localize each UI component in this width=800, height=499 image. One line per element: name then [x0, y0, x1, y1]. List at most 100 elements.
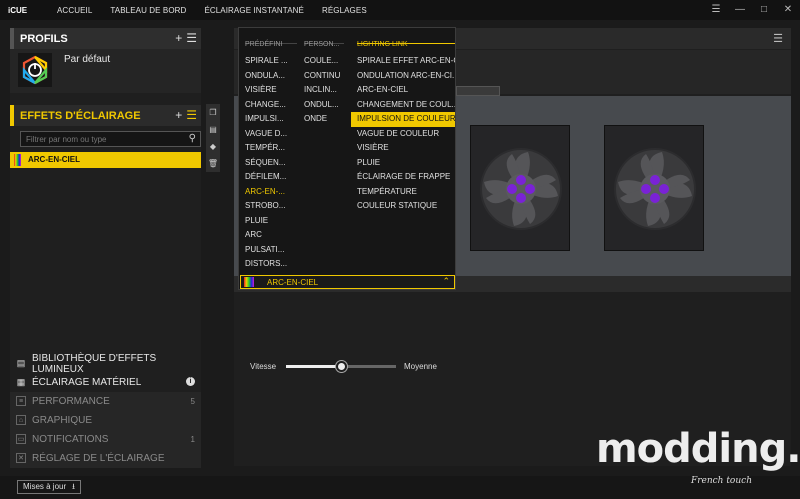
- dropdown-item[interactable]: SÉQUEN...: [245, 156, 297, 171]
- library-icon: ▤: [16, 358, 26, 368]
- dropdown-item[interactable]: SPIRALE ...: [245, 54, 297, 69]
- nav-tableau-de-bord[interactable]: TABLEAU DE BORD: [101, 6, 195, 15]
- speed-label: Vitesse: [250, 362, 277, 371]
- dropdown-item[interactable]: TEMPÉRATURE: [357, 185, 455, 200]
- led-strip[interactable]: [456, 86, 500, 96]
- status-bar: Mises à jour ⭳: [0, 476, 800, 499]
- dropdown-item[interactable]: IMPULSION DE COULEUR: [351, 112, 455, 127]
- rainbow-swatch-icon: [244, 277, 254, 287]
- dropdown-item[interactable]: ONDULATION ARC-EN-CI...: [357, 69, 455, 84]
- fan-1[interactable]: [470, 125, 570, 251]
- effect-tools: ❐ ▤ ◆ 🗑: [206, 104, 220, 172]
- dropdown-item[interactable]: ARC-EN-CIEL: [357, 83, 455, 98]
- nav-bibliotheque[interactable]: ▤ BIBLIOTHÈQUE D'EFFETS LUMINEUX: [10, 352, 201, 375]
- dropdown-item[interactable]: COULEUR STATIQUE: [357, 199, 455, 214]
- add-profile-icon[interactable]: +: [175, 31, 182, 45]
- dropdown-item[interactable]: PULSATI...: [245, 243, 297, 258]
- layer-icon[interactable]: ▤: [206, 121, 220, 138]
- dropdown-item[interactable]: PLUIE: [357, 156, 455, 171]
- nav-notifications-label: NOTIFICATIONS: [32, 434, 109, 445]
- notifications-count: 1: [190, 435, 195, 444]
- column-personnalise: PERSON... COULE... CONTINU INCLIN... ONDUL.…: [304, 28, 344, 127]
- visibility-icon[interactable]: ◆: [206, 138, 220, 155]
- nav-reglage-eclairage[interactable]: ✕ RÉGLAGE DE L'ÉCLAIRAGE: [10, 449, 201, 468]
- effect-type-select[interactable]: ARC-EN-CIEL ⌃: [240, 275, 455, 289]
- selected-effect-label: ARC-EN-CIEL: [267, 278, 319, 287]
- dropdown-item[interactable]: STROBO...: [245, 199, 297, 214]
- profile-menu-icon[interactable]: ☰: [186, 31, 197, 45]
- nav-eclairage-materiel-label: ÉCLAIRAGE MATÉRIEL: [32, 377, 142, 388]
- nav-eclairage-instantane[interactable]: ÉCLAIRAGE INSTANTANÉ: [195, 6, 313, 15]
- effect-item-label: ARC-EN-CIEL: [28, 155, 80, 164]
- dropdown-item[interactable]: CHANGE...: [245, 98, 297, 113]
- nav-performance[interactable]: ≡ PERFORMANCE 5: [10, 392, 201, 411]
- minimize-icon[interactable]: —: [728, 0, 752, 20]
- effect-type-dropdown: PRÉDÉFINI SPIRALE ... ONDULA... VISIÈRE CHA…: [238, 27, 456, 290]
- view-menu-icon[interactable]: ☰: [773, 32, 783, 45]
- watermark-subtitle: French touch: [690, 476, 752, 486]
- dropdown-item[interactable]: DISTORS...: [245, 257, 297, 272]
- speed-slider[interactable]: [286, 361, 396, 372]
- dropdown-item[interactable]: VAGUE DE COULEUR: [357, 127, 455, 142]
- effects-header: EFFETS D'ÉCLAIRAGE + ☰: [10, 105, 201, 126]
- dropdown-item[interactable]: ÉCLAIRAGE DE FRAPPE: [357, 170, 455, 185]
- add-effect-icon[interactable]: +: [175, 108, 182, 122]
- nav-graphique-label: GRAPHIQUE: [32, 415, 93, 426]
- nav-eclairage-materiel[interactable]: ▦ ÉCLAIRAGE MATÉRIEL i: [10, 373, 201, 392]
- nav-accueil[interactable]: ACCUEIL: [48, 6, 101, 15]
- nav-bibliotheque-label: BIBLIOTHÈQUE D'EFFETS LUMINEUX: [32, 352, 157, 375]
- performance-icon: ≡: [16, 396, 26, 406]
- column-predefini: PRÉDÉFINI SPIRALE ... ONDULA... VISIÈRE CHA…: [245, 28, 297, 272]
- watermark-text: modding.fr: [596, 426, 800, 472]
- performance-count: 5: [190, 397, 195, 406]
- dropdown-item[interactable]: ONDE: [304, 112, 344, 127]
- speed-value: Moyenne: [404, 362, 437, 371]
- hardware-lighting-icon: ▦: [16, 377, 26, 387]
- dropdown-item[interactable]: VAGUE D...: [245, 127, 297, 142]
- dropdown-item[interactable]: ONDULA...: [245, 69, 297, 84]
- menu-icon[interactable]: ☰: [704, 0, 728, 20]
- effect-item-arc-en-ciel[interactable]: ARC-EN-CIEL: [10, 152, 201, 168]
- dropdown-item[interactable]: TEMPÉR...: [245, 141, 297, 156]
- watermark: modding.fr French touch: [596, 426, 800, 486]
- dropdown-item[interactable]: CONTINU: [304, 69, 344, 84]
- delete-icon[interactable]: 🗑: [206, 155, 220, 172]
- speed-slider-thumb[interactable]: [336, 361, 347, 372]
- dropdown-item[interactable]: ONDUL...: [304, 98, 344, 113]
- dropdown-item[interactable]: ARC-EN-...: [245, 185, 297, 200]
- chevron-up-icon[interactable]: ⌃: [442, 276, 450, 287]
- tab-personnalise[interactable]: PERSON...: [304, 28, 344, 48]
- dropdown-item[interactable]: INCLIN...: [304, 83, 344, 98]
- dropdown-item[interactable]: VISIÈRE: [245, 83, 297, 98]
- download-icon: ⭳: [72, 482, 75, 491]
- nav-graphique[interactable]: ⌂ GRAPHIQUE: [10, 411, 201, 430]
- nav-reglage-eclairage-label: RÉGLAGE DE L'ÉCLAIRAGE: [32, 453, 165, 464]
- info-icon[interactable]: i: [186, 377, 195, 386]
- tab-lighting-link[interactable]: LIGHTING LINK: [357, 28, 455, 48]
- fan-2[interactable]: [604, 125, 704, 251]
- dropdown-item[interactable]: CHANGEMENT DE COUL...: [357, 98, 455, 113]
- effect-menu-icon[interactable]: ☰: [186, 108, 197, 122]
- tab-predefini[interactable]: PRÉDÉFINI: [245, 28, 297, 48]
- search-icon[interactable]: ⚲: [189, 133, 196, 144]
- nav-performance-label: PERFORMANCE: [32, 396, 110, 407]
- dropdown-item[interactable]: ARC: [245, 228, 297, 243]
- effect-search-input[interactable]: Filtrer par nom ou type ⚲: [20, 131, 201, 147]
- dropdown-item[interactable]: IMPULSI...: [245, 112, 297, 127]
- column-lighting-link: LIGHTING LINK SPIRALE EFFET ARC-EN-C... O…: [351, 28, 455, 214]
- dropdown-item[interactable]: DÉFILEM...: [245, 170, 297, 185]
- dropdown-item[interactable]: PLUIE: [245, 214, 297, 229]
- updates-button[interactable]: Mises à jour ⭳: [17, 480, 81, 494]
- nav-notifications[interactable]: ▭ NOTIFICATIONS 1: [10, 430, 201, 449]
- copy-icon[interactable]: ❐: [206, 104, 220, 121]
- maximize-icon[interactable]: □: [752, 0, 776, 20]
- tools-icon: ✕: [16, 453, 26, 463]
- effects-title: EFFETS D'ÉCLAIRAGE: [20, 109, 141, 122]
- dropdown-item[interactable]: VISIÈRE: [357, 141, 455, 156]
- updates-label: Mises à jour: [23, 482, 67, 491]
- dropdown-item[interactable]: SPIRALE EFFET ARC-EN-C...: [357, 54, 455, 69]
- profile-item[interactable]: Par défaut: [10, 49, 201, 93]
- close-icon[interactable]: ✕: [776, 0, 800, 20]
- nav-reglages[interactable]: RÉGLAGES: [313, 6, 376, 15]
- dropdown-item[interactable]: COULE...: [304, 54, 344, 69]
